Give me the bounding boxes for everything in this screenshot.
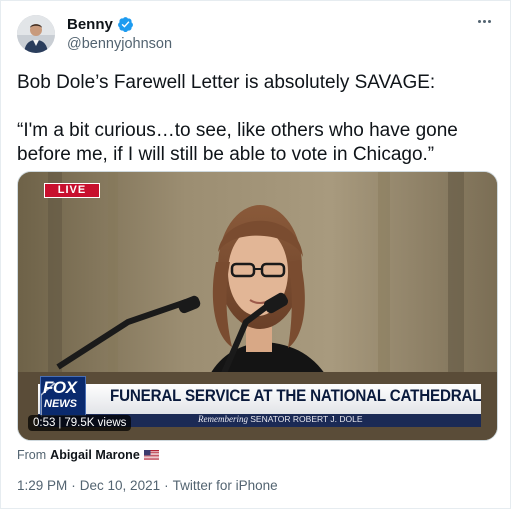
from-author-link[interactable]: Abigail Marone [50, 448, 140, 462]
tweet-meta: 1:29 PM · Dec 10, 2021 · Twitter for iPh… [17, 478, 278, 493]
chyron-subline-name: SENATOR ROBERT J. DOLE [250, 414, 363, 424]
news-logo-text: NEWS [44, 398, 77, 410]
video-stats-separator: | [58, 417, 62, 429]
tweet-text-line-1: Bob Dole’s Farewell Letter is absolutely… [17, 72, 436, 93]
handle[interactable]: @bennyjohnson [67, 36, 172, 52]
tweet-client[interactable]: Twitter for iPhone [173, 478, 278, 493]
meta-dot: · [164, 478, 169, 493]
video-views: 79.5K views [64, 417, 127, 429]
live-badge: LIVE [44, 183, 100, 198]
more-options-icon[interactable] [472, 11, 496, 31]
media-attribution: From Abigail Marone [17, 448, 159, 462]
display-name[interactable]: Benny [67, 16, 113, 33]
tweet-text-quote: “I'm a bit curious…to see, like others w… [17, 120, 458, 165]
from-label: From [17, 448, 47, 462]
chyron-subline-italic: Remembering [198, 414, 248, 424]
avatar-photo [17, 15, 55, 53]
fox-logo-text: FOX [43, 378, 77, 397]
chyron-subline: Remembering SENATOR ROBERT J. DOLE [198, 414, 363, 424]
verified-badge-icon [117, 17, 133, 33]
video-duration: 0:53 [33, 417, 56, 429]
avatar[interactable] [17, 15, 55, 53]
us-flag-icon [143, 450, 159, 460]
video-player[interactable]: LIVE FUNERAL SERVICE AT THE NATIONAL CAT… [17, 171, 498, 441]
meta-dot: · [71, 478, 76, 493]
chyron-headline: FUNERAL SERVICE AT THE NATIONAL CATHEDRA… [110, 387, 482, 405]
video-stats-pill: 0:53 | 79.5K views [28, 415, 132, 431]
tweet-text: Bob Dole’s Farewell Letter is absolutely… [17, 71, 502, 167]
tweet-card: Benny @bennyjohnson Bob Dole’s Farewell … [0, 0, 511, 509]
fox-news-logo: FOX NEWS [40, 376, 86, 417]
tweet-date[interactable]: Dec 10, 2021 [80, 478, 160, 493]
tweet-time[interactable]: 1:29 PM [17, 478, 67, 493]
chyron-bar: FUNERAL SERVICE AT THE NATIONAL CATHEDRA… [38, 384, 482, 414]
